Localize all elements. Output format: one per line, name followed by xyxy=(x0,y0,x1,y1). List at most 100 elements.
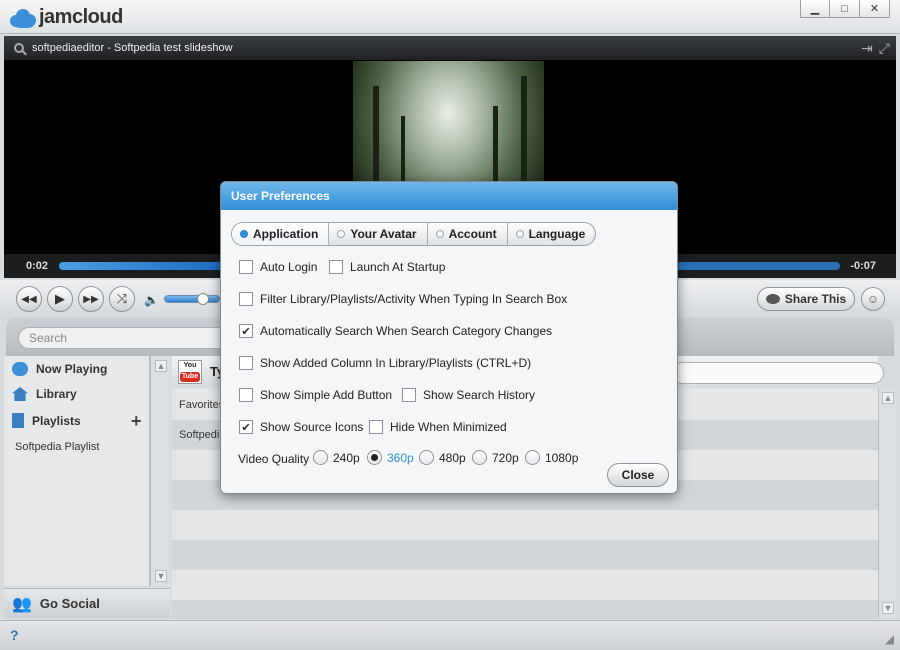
quality-720p[interactable]: 720p xyxy=(472,450,519,465)
list-item xyxy=(172,540,878,570)
play-icon: ▶ xyxy=(55,291,65,306)
search-history-option[interactable]: Show Search History xyxy=(402,388,535,402)
search-input[interactable]: Search xyxy=(18,327,238,349)
tab-language[interactable]: Language xyxy=(508,223,596,245)
cloud-icon xyxy=(10,8,36,28)
quality-1080p[interactable]: 1080p xyxy=(525,450,578,465)
search-history-checkbox[interactable] xyxy=(402,388,416,402)
hide-minimized-option[interactable]: Hide When Minimized xyxy=(369,420,507,434)
radio-button[interactable] xyxy=(419,450,434,465)
auto-search-option[interactable]: ✔ Automatically Search When Search Categ… xyxy=(239,324,552,338)
list-item xyxy=(172,510,878,540)
close-button[interactable]: Close xyxy=(607,463,669,487)
minimize-button[interactable]: ▁ xyxy=(800,0,830,18)
list-scrollbar[interactable]: ▲ ▼ xyxy=(878,388,896,618)
sidebar-item-playlists[interactable]: Playlists xyxy=(12,413,81,428)
title-bar: jamcloud ▁ □ ✕ xyxy=(0,0,900,34)
preference-tabs: Application Your Avatar Account Language xyxy=(231,222,597,246)
show-added-option[interactable]: Show Added Column In Library/Playlists (… xyxy=(239,356,531,370)
dialog-title: User Preferences xyxy=(221,182,677,210)
maximize-button[interactable]: □ xyxy=(830,0,860,18)
video-quality-label: Video Quality xyxy=(238,452,310,466)
radio-button[interactable] xyxy=(367,450,382,465)
volume-slider[interactable] xyxy=(164,293,220,305)
scroll-up-icon[interactable]: ▲ xyxy=(882,392,894,404)
radio-button[interactable] xyxy=(525,450,540,465)
status-bar: ? ◢ xyxy=(0,620,900,650)
simple-add-option[interactable]: Show Simple Add Button xyxy=(239,388,392,402)
simple-add-checkbox[interactable] xyxy=(239,388,253,402)
quality-360p[interactable]: 360p xyxy=(367,450,414,465)
source-icons-checkbox[interactable]: ✔ xyxy=(239,420,253,434)
radio-button[interactable] xyxy=(313,450,328,465)
sidebar-scrollbar[interactable]: ▲ ▼ xyxy=(150,356,170,586)
help-icon[interactable]: ? xyxy=(10,627,19,643)
player-actions: ⇥ ⤢ xyxy=(861,40,890,57)
speech-bubble-icon xyxy=(765,294,780,304)
search-icon[interactable] xyxy=(14,43,24,53)
preferences-dialog: User Preferences Application Your Avatar… xyxy=(220,181,678,494)
player-title-bar: softpediaeditor - Softpedia test slidesh… xyxy=(4,36,896,60)
show-added-checkbox[interactable] xyxy=(239,356,253,370)
home-icon xyxy=(12,387,28,401)
quality-480p[interactable]: 480p xyxy=(419,450,466,465)
avatar-button[interactable]: ☺ xyxy=(861,287,885,311)
quality-240p[interactable]: 240p xyxy=(313,450,360,465)
remaining-time: -0:07 xyxy=(850,260,876,272)
tab-account[interactable]: Account xyxy=(428,223,508,245)
scroll-down-icon[interactable]: ▼ xyxy=(155,570,167,582)
share-button[interactable]: Share This xyxy=(757,287,855,311)
go-social-button[interactable]: 👥 Go Social xyxy=(4,588,170,618)
scroll-up-icon[interactable]: ▲ xyxy=(155,360,167,372)
tab-application[interactable]: Application xyxy=(232,223,330,245)
add-playlist-button[interactable]: + xyxy=(131,411,142,432)
sidebar-item-library[interactable]: Library xyxy=(12,387,77,401)
tab-your-avatar[interactable]: Your Avatar xyxy=(329,223,428,245)
cloud-icon xyxy=(12,362,28,376)
popout-icon[interactable]: ⇥ xyxy=(861,40,873,57)
app-logo: jamcloud xyxy=(10,6,123,29)
filter-library-checkbox[interactable] xyxy=(239,292,253,306)
window-controls: ▁ □ ✕ xyxy=(800,0,890,18)
people-icon: 👥 xyxy=(12,595,32,613)
auto-search-checkbox[interactable]: ✔ xyxy=(239,324,253,338)
shuffle-button[interactable]: ⤨ xyxy=(109,286,135,312)
close-window-button[interactable]: ✕ xyxy=(860,0,890,18)
share-label: Share This xyxy=(784,292,847,306)
rewind-icon: ◀◀ xyxy=(21,293,37,305)
document-icon xyxy=(12,413,24,428)
play-button[interactable]: ▶ xyxy=(47,286,73,312)
rewind-button[interactable]: ◀◀ xyxy=(16,286,42,312)
launch-startup-option[interactable]: Launch At Startup xyxy=(329,260,445,274)
player-title: softpediaeditor - Softpedia test slidesh… xyxy=(32,42,233,54)
youtube-icon: You Tube xyxy=(178,360,202,384)
app-name: jamcloud xyxy=(39,6,123,28)
volume-icon[interactable]: 🔈 xyxy=(144,293,159,307)
radio-dot-icon xyxy=(435,230,444,238)
resize-grip-icon[interactable]: ◢ xyxy=(885,632,894,646)
person-icon: ☺ xyxy=(866,292,880,306)
auto-login-checkbox[interactable] xyxy=(239,260,253,274)
radio-dot-icon xyxy=(515,230,524,238)
list-item xyxy=(172,570,878,600)
filter-library-option[interactable]: Filter Library/Playlists/Activity When T… xyxy=(239,292,567,306)
list-item xyxy=(172,600,878,618)
scroll-down-icon[interactable]: ▼ xyxy=(882,602,894,614)
playlist-item[interactable]: Softpedia Playlist xyxy=(15,441,99,453)
list-search-input[interactable] xyxy=(672,362,884,384)
radio-dot-icon xyxy=(240,230,248,238)
auto-login-option[interactable]: Auto Login xyxy=(239,260,317,274)
sidebar: Now Playing Library Playlists + Softpedi… xyxy=(4,356,150,586)
shuffle-icon: ⤨ xyxy=(116,291,128,306)
fullscreen-icon[interactable]: ⤢ xyxy=(879,40,890,57)
elapsed-time: 0:02 xyxy=(26,260,49,272)
volume-knob[interactable] xyxy=(197,293,210,305)
radio-button[interactable] xyxy=(472,450,487,465)
source-icons-option[interactable]: ✔ Show Source Icons xyxy=(239,420,363,434)
forward-button[interactable]: ▶▶ xyxy=(78,286,104,312)
sidebar-item-now-playing[interactable]: Now Playing xyxy=(12,362,107,376)
launch-startup-checkbox[interactable] xyxy=(329,260,343,274)
forward-icon: ▶▶ xyxy=(83,293,99,305)
hide-minimized-checkbox[interactable] xyxy=(369,420,383,434)
radio-dot-icon xyxy=(337,230,346,238)
